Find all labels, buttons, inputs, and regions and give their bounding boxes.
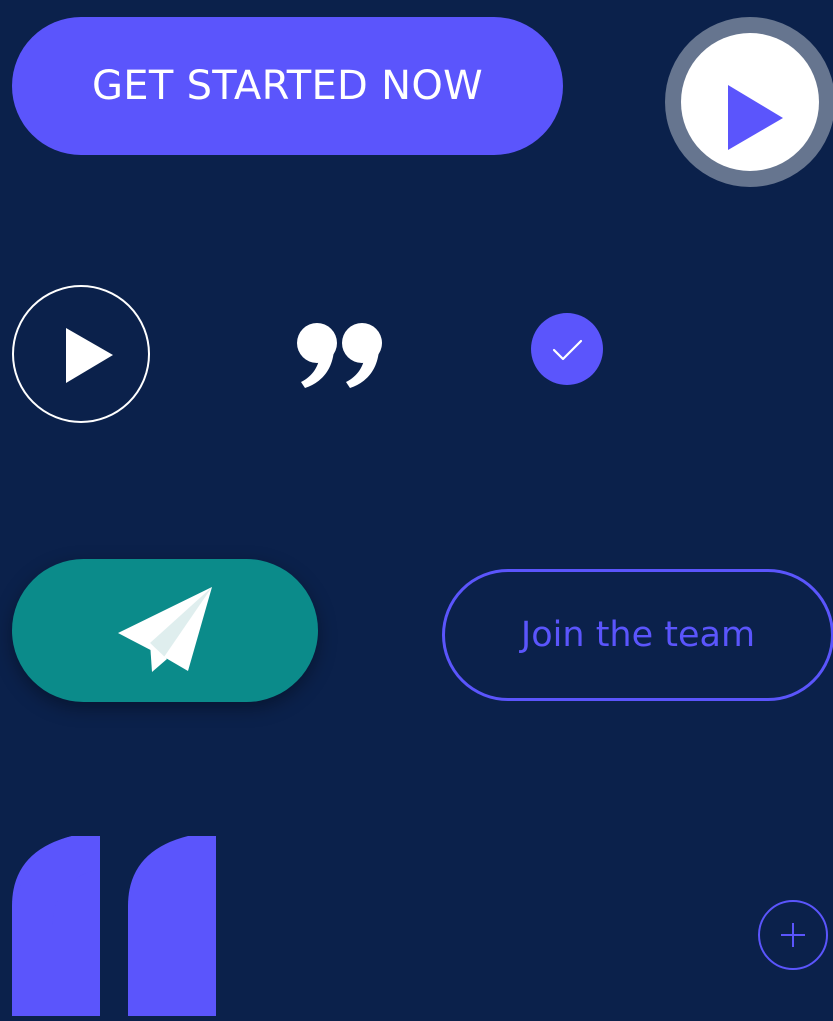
plus-icon [781,923,805,947]
play-video-button[interactable] [12,285,150,423]
check-badge [531,313,603,385]
play-icon [66,328,113,383]
opening-quote-icon [12,836,216,1016]
join-team-button[interactable]: Join the team [442,569,833,701]
check-icon [552,339,583,361]
get-started-button[interactable]: GET STARTED NOW [12,17,563,155]
play-video-button-large[interactable] [665,17,833,187]
send-button[interactable] [12,559,318,702]
closing-quote-icon [297,323,382,388]
icon-button-showcase: GET STARTED NOW Join the team [0,0,833,1021]
paper-plane-icon [118,587,212,672]
play-icon [728,85,783,150]
add-button[interactable] [758,900,828,970]
join-team-label: Join the team [520,615,756,655]
get-started-label: GET STARTED NOW [91,63,484,109]
